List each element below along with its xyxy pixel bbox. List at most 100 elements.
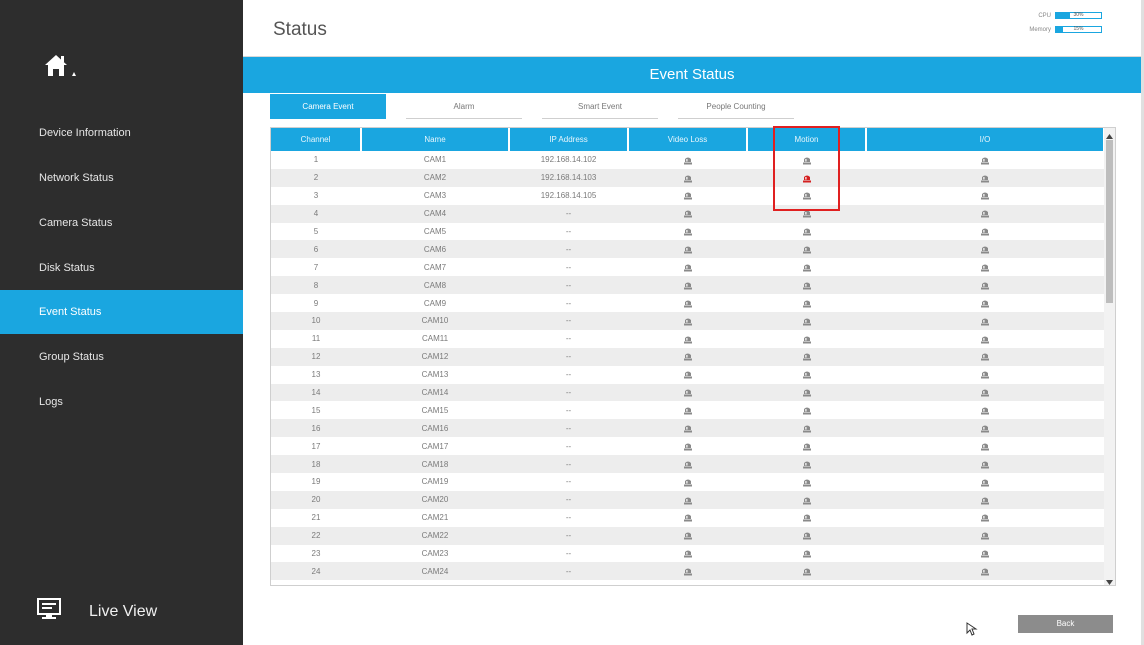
video-loss-alarm-icon <box>683 497 692 505</box>
sidebar-item-device-information[interactable]: Device Information <box>0 111 243 155</box>
motion-alarm-icon <box>802 353 811 361</box>
scrollbar-thumb[interactable] <box>1106 140 1113 303</box>
sidebar-item-network-status[interactable]: Network Status <box>0 156 243 200</box>
io-alarm-icon <box>981 371 989 379</box>
motion-cell <box>747 419 866 438</box>
channel-cell: 20 <box>271 490 361 509</box>
video-loss-alarm-icon <box>683 336 692 344</box>
sidebar-item-group-status[interactable]: Group Status <box>0 335 243 379</box>
motion-alarm-icon <box>802 425 811 433</box>
ip-address-cell: -- <box>565 513 572 523</box>
motion-cell <box>747 509 866 527</box>
table-row: 3 CAM3 192.168.14.105 <box>271 187 1104 205</box>
name-cell: CAM22 <box>361 526 509 545</box>
video-loss-alarm-icon <box>683 264 692 272</box>
video-loss-alarm-icon <box>683 210 692 218</box>
name-cell: CAM24 <box>361 562 509 581</box>
video-loss-cell <box>628 168 747 187</box>
ip-address-cell: -- <box>509 490 628 509</box>
name-cell: CAM4 <box>361 204 509 223</box>
channel-cell: 6 <box>271 240 361 259</box>
io-cell <box>866 437 1104 455</box>
motion-cell <box>747 330 866 348</box>
motion-cell <box>747 151 866 169</box>
io-alarm-icon <box>981 532 989 540</box>
table-row: 5 CAM5 -- <box>271 223 1104 241</box>
video-loss-cell <box>628 545 747 563</box>
io-alarm-icon <box>981 407 989 415</box>
page-title: Status <box>273 19 327 40</box>
column-header-motion: Motion <box>747 128 867 151</box>
video-loss-cell <box>628 258 747 276</box>
motion-cell <box>747 258 866 276</box>
ip-address-cell: -- <box>565 227 572 236</box>
home-icon[interactable] <box>43 52 83 82</box>
name-cell: CAM3 <box>423 191 447 201</box>
live-view-label: Live View <box>89 602 158 620</box>
ip-address-cell: -- <box>509 419 628 438</box>
ip-address-cell: -- <box>509 347 628 366</box>
motion-cell <box>747 204 866 223</box>
sidebar-item-camera-status[interactable]: Camera Status <box>0 201 243 245</box>
io-cell <box>866 168 1104 187</box>
motion-cell <box>747 187 866 205</box>
io-alarm-icon <box>981 353 989 361</box>
motion-cell <box>747 168 866 187</box>
cpu-label: CPU <box>1038 12 1051 19</box>
tab-camera-event[interactable]: Camera Event <box>270 94 386 119</box>
motion-alarm-icon <box>802 157 811 165</box>
io-alarm-icon <box>981 568 989 576</box>
io-cell <box>866 240 1104 259</box>
video-loss-alarm-icon <box>683 425 692 433</box>
table-row: 6 CAM6 -- <box>271 240 1104 259</box>
table-scrollbar[interactable] <box>1104 128 1115 585</box>
ip-address-cell: -- <box>565 549 572 559</box>
motion-alarm-icon <box>802 318 811 326</box>
video-loss-cell <box>628 401 747 419</box>
memory-label: Memory <box>1029 26 1051 33</box>
back-button[interactable]: Back <box>1018 615 1113 633</box>
io-cell <box>866 401 1104 419</box>
video-loss-alarm-icon <box>683 318 692 326</box>
video-loss-alarm-icon <box>683 282 692 290</box>
io-cell <box>866 258 1104 276</box>
sidebar-item-event-status[interactable]: Event Status <box>0 290 243 334</box>
motion-alarm-icon <box>802 210 811 218</box>
tab-people-counting[interactable]: People Counting <box>678 94 794 119</box>
scroll-up-arrow-icon[interactable] <box>1104 128 1115 139</box>
video-loss-alarm-icon <box>683 300 692 308</box>
video-loss-cell <box>628 312 747 330</box>
ip-address-cell: -- <box>565 477 572 487</box>
channel-cell: 24 <box>271 562 361 581</box>
video-loss-cell <box>628 151 747 169</box>
io-alarm-icon <box>981 264 989 272</box>
video-loss-cell <box>628 455 747 474</box>
ip-address-cell: -- <box>565 405 572 415</box>
tab-alarm[interactable]: Alarm <box>406 94 522 119</box>
video-loss-cell <box>628 276 747 295</box>
table-row: 15 CAM15 -- <box>271 401 1104 419</box>
motion-alarm-icon <box>802 532 811 540</box>
tab-smart-event[interactable]: Smart Event <box>542 94 658 119</box>
scroll-down-arrow-icon[interactable] <box>1104 575 1115 585</box>
motion-cell <box>747 545 866 563</box>
live-view-button[interactable]: Live View <box>37 598 157 625</box>
io-cell <box>866 151 1104 169</box>
name-cell: CAM7 <box>423 262 447 272</box>
motion-cell <box>747 383 866 402</box>
ip-address-cell: -- <box>565 370 572 380</box>
sidebar-item-disk-status[interactable]: Disk Status <box>0 246 243 290</box>
video-loss-cell <box>628 347 747 366</box>
motion-cell <box>747 562 866 581</box>
ip-address-cell: -- <box>509 240 628 259</box>
sidebar-item-logs[interactable]: Logs <box>0 380 243 424</box>
sidebar: Device Information Network Status Camera S… <box>0 0 243 645</box>
column-header-name: Name <box>361 128 510 151</box>
channel-cell: 16 <box>271 419 361 438</box>
io-cell <box>866 383 1104 402</box>
video-loss-cell <box>628 204 747 223</box>
io-alarm-icon <box>981 246 989 254</box>
channel-cell: 15 <box>311 405 321 415</box>
section-banner: Event Status <box>243 57 1141 93</box>
motion-alarm-icon <box>802 282 811 290</box>
